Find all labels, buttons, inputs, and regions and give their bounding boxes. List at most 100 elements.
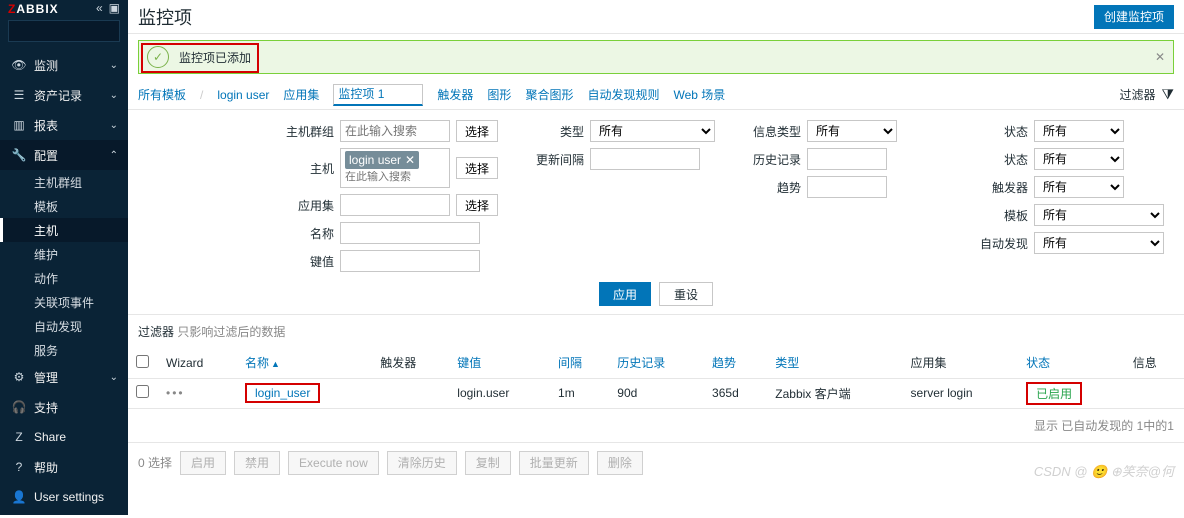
subnav-discovery[interactable]: 自动发现: [0, 314, 128, 338]
bulk-clear-history-button[interactable]: 清除历史: [387, 451, 457, 475]
subnav-templates[interactable]: 模板: [0, 194, 128, 218]
success-message: ✓ 监控项已添加 ✕: [138, 40, 1174, 74]
label-appset: 应用集: [278, 197, 334, 214]
state-select[interactable]: 所有: [1034, 120, 1124, 142]
col-history[interactable]: 历史记录: [609, 348, 704, 378]
logo[interactable]: ZABBIX: [8, 0, 59, 16]
cell-trend: 365d: [704, 378, 767, 408]
subnav-maintenance[interactable]: 维护: [0, 242, 128, 266]
filter-toggle[interactable]: 过滤器 ⧩: [1119, 86, 1174, 103]
appset-select-button[interactable]: 选择: [456, 194, 498, 216]
headset-icon: 🎧: [10, 400, 28, 414]
tab-items[interactable]: 监控项 1: [333, 84, 423, 106]
cell-appset: server login: [903, 378, 1019, 408]
subnav-hosts[interactable]: 主机: [0, 218, 128, 242]
bulk-delete-button[interactable]: 删除: [597, 451, 643, 475]
col-status[interactable]: 状态: [1018, 348, 1125, 378]
subnav: 主机群组 模板 主机 维护 动作 关联项事件 自动发现 服务: [0, 170, 128, 362]
appset-input[interactable]: [340, 194, 450, 216]
type-select[interactable]: 所有: [590, 120, 715, 142]
discovery-select[interactable]: 所有: [1034, 232, 1164, 254]
reset-button[interactable]: 重设: [659, 282, 713, 306]
highlight-box: 已启用: [1026, 382, 1082, 405]
hostgroup-input[interactable]: [340, 120, 450, 142]
tab-applications[interactable]: 应用集: [283, 86, 319, 103]
template-select[interactable]: 所有: [1034, 204, 1164, 226]
col-info: 信息: [1125, 348, 1184, 378]
label-state: 状态: [978, 123, 1028, 140]
subnav-hostgroups[interactable]: 主机群组: [0, 170, 128, 194]
nav-help[interactable]: ?帮助: [0, 452, 128, 482]
tab-graphs[interactable]: 图形: [487, 86, 511, 103]
name-input[interactable]: [340, 222, 480, 244]
bulk-copy-button[interactable]: 复制: [465, 451, 511, 475]
bulk-disable-button[interactable]: 禁用: [234, 451, 280, 475]
col-type[interactable]: 类型: [767, 348, 902, 378]
bulk-mass-update-button[interactable]: 批量更新: [519, 451, 589, 475]
row-checkbox[interactable]: [136, 385, 149, 398]
trigger-select[interactable]: 所有: [1034, 176, 1124, 198]
nav-admin[interactable]: ⚙管理⌄: [0, 362, 128, 392]
host-input-box[interactable]: login user✕: [340, 148, 450, 188]
eye-icon: 👁: [10, 58, 28, 72]
collapse-icon[interactable]: «: [96, 1, 103, 15]
nav-share[interactable]: ZShare: [0, 422, 128, 452]
tab-screens[interactable]: 聚合图形: [525, 86, 573, 103]
col-key[interactable]: 键值: [449, 348, 550, 378]
tab-web-scenarios[interactable]: Web 场景: [673, 86, 725, 103]
create-item-button[interactable]: 创建监控项: [1094, 5, 1174, 29]
tab-all-templates[interactable]: 所有模板: [138, 86, 186, 103]
nav-support[interactable]: 🎧支持: [0, 392, 128, 422]
subnav-correlation[interactable]: 关联项事件: [0, 290, 128, 314]
nav-inventory[interactable]: ☰资产记录⌄: [0, 80, 128, 110]
label-name: 名称: [278, 225, 334, 242]
col-trend[interactable]: 趋势: [704, 348, 767, 378]
col-appset: 应用集: [903, 348, 1019, 378]
tab-triggers[interactable]: 触发器: [437, 86, 473, 103]
host-input[interactable]: [345, 171, 445, 183]
tab-login-user[interactable]: login user: [217, 88, 269, 102]
interval-input[interactable]: [590, 148, 700, 170]
label-hostgroup: 主机群组: [278, 123, 334, 140]
bulk-enable-button[interactable]: 启用: [180, 451, 226, 475]
col-name[interactable]: 名称▲: [237, 348, 372, 378]
bottom-nav: 🎧支持 ZShare ?帮助 👤User settings: [0, 392, 128, 518]
cell-interval: 1m: [550, 378, 609, 408]
logo-row: ZABBIX « ▣: [0, 0, 128, 16]
tag-remove-icon[interactable]: ✕: [405, 153, 415, 167]
cell-type: Zabbix 客户端: [767, 378, 902, 408]
header: 监控项 创建监控项: [128, 0, 1184, 34]
subnav-actions[interactable]: 动作: [0, 266, 128, 290]
nav-reports[interactable]: ▥报表⌄: [0, 110, 128, 140]
sidebar-search[interactable]: [8, 20, 120, 42]
chevron-down-icon: ⌄: [110, 60, 118, 71]
nav-user-settings[interactable]: 👤User settings: [0, 482, 128, 512]
selected-count: 0 选择: [138, 454, 172, 471]
subnav-services[interactable]: 服务: [0, 338, 128, 362]
z-icon: Z: [10, 430, 28, 444]
col-interval[interactable]: 间隔: [550, 348, 609, 378]
key-input[interactable]: [340, 250, 480, 272]
status-link[interactable]: 已启用: [1036, 387, 1072, 401]
item-name-link[interactable]: login_user: [255, 386, 310, 400]
highlight-box: login_user: [245, 383, 320, 403]
history-input[interactable]: [807, 148, 887, 170]
funnel-icon: ⧩: [1162, 86, 1175, 103]
wizard-menu[interactable]: •••: [166, 386, 185, 400]
close-icon[interactable]: ✕: [1155, 50, 1165, 64]
hostgroup-select-button[interactable]: 选择: [456, 120, 498, 142]
apply-button[interactable]: 应用: [599, 282, 651, 306]
status-select[interactable]: 所有: [1034, 148, 1124, 170]
host-tag[interactable]: login user✕: [345, 151, 419, 169]
main: 监控项 创建监控项 ✓ 监控项已添加 ✕ 所有模板 / login user 应…: [128, 0, 1184, 515]
nav-monitoring[interactable]: 👁监测⌄: [0, 50, 128, 80]
bulk-execute-button[interactable]: Execute now: [288, 451, 379, 475]
infotype-select[interactable]: 所有: [807, 120, 897, 142]
trend-input[interactable]: [807, 176, 887, 198]
tab-discovery-rules[interactable]: 自动发现规则: [587, 86, 659, 103]
nav-configuration[interactable]: 🔧配置⌃: [0, 140, 128, 170]
host-select-button[interactable]: 选择: [456, 157, 498, 179]
chevron-down-icon: ⌄: [110, 120, 118, 131]
select-all-checkbox[interactable]: [136, 355, 149, 368]
popout-icon[interactable]: ▣: [109, 1, 120, 15]
